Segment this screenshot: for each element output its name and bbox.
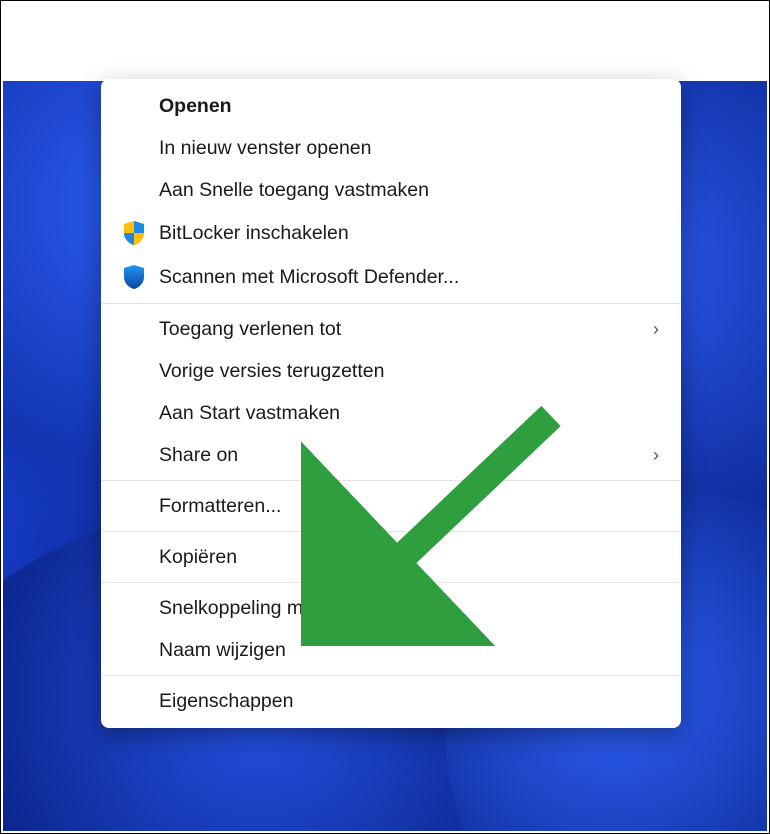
menu-separator: [101, 582, 681, 583]
chevron-right-icon: ›: [653, 319, 663, 340]
menu-item-label: Openen: [159, 95, 663, 118]
rename-item[interactable]: Naam wijzigen: [101, 629, 681, 671]
menu-separator: [101, 531, 681, 532]
context-menu: Openen In nieuw venster openen Aan Snelle …: [101, 79, 681, 728]
shield-defender-icon: [119, 263, 149, 291]
create-shortcut-item[interactable]: Snelkoppeling maken: [101, 587, 681, 629]
menu-item-label: In nieuw venster openen: [159, 137, 663, 160]
share-on-item[interactable]: Share on›: [101, 434, 681, 476]
properties-item[interactable]: Eigenschappen: [101, 680, 681, 722]
menu-item-label: Toegang verlenen tot: [159, 318, 653, 341]
pin-start-item[interactable]: Aan Start vastmaken: [101, 392, 681, 434]
menu-item-label: BitLocker inschakelen: [159, 222, 663, 245]
menu-item-label: Kopiëren: [159, 546, 663, 569]
menu-item-label: Aan Start vastmaken: [159, 402, 663, 425]
give-access-item[interactable]: Toegang verlenen tot›: [101, 308, 681, 350]
copy-item[interactable]: Kopiëren: [101, 536, 681, 578]
bitlocker-item[interactable]: BitLocker inschakelen: [101, 211, 681, 255]
menu-separator: [101, 303, 681, 304]
menu-item-label: Aan Snelle toegang vastmaken: [159, 179, 663, 202]
shield-uac-icon: [119, 219, 149, 247]
menu-separator: [101, 675, 681, 676]
menu-item-label: Share on: [159, 444, 653, 467]
chevron-right-icon: ›: [653, 445, 663, 466]
menu-item-label: Scannen met Microsoft Defender...: [159, 266, 663, 289]
menu-item-label: Formatteren...: [159, 495, 663, 518]
open-item[interactable]: Openen: [101, 85, 681, 127]
defender-scan-item[interactable]: Scannen met Microsoft Defender...: [101, 255, 681, 299]
format-item[interactable]: Formatteren...: [101, 485, 681, 527]
menu-item-label: Naam wijzigen: [159, 639, 663, 662]
menu-item-label: Eigenschappen: [159, 690, 663, 713]
pin-quick-access-item[interactable]: Aan Snelle toegang vastmaken: [101, 169, 681, 211]
menu-item-label: Vorige versies terugzetten: [159, 360, 663, 383]
menu-item-label: Snelkoppeling maken: [159, 597, 663, 620]
menu-separator: [101, 480, 681, 481]
restore-versions-item[interactable]: Vorige versies terugzetten: [101, 350, 681, 392]
open-new-window-item[interactable]: In nieuw venster openen: [101, 127, 681, 169]
